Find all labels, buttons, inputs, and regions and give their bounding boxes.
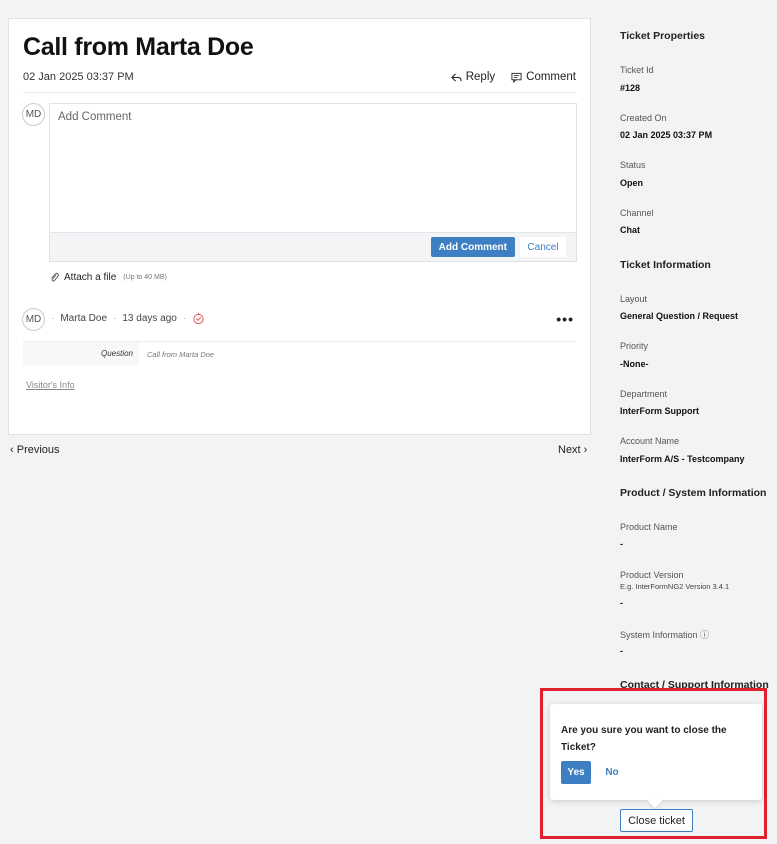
- priority-value: -None-: [620, 359, 649, 369]
- reply-icon: [450, 72, 462, 82]
- ticket-actions: Reply Comment: [450, 71, 576, 83]
- thread-time: 13 days ago: [122, 313, 177, 324]
- chevron-left-icon: ‹: [10, 444, 17, 456]
- add-comment-button[interactable]: Add Comment: [430, 237, 515, 257]
- system-information-value: -: [620, 646, 623, 656]
- avatar: MD: [22, 103, 45, 126]
- comment-button[interactable]: Comment: [511, 71, 576, 83]
- product-version-label: Product Version: [620, 570, 684, 580]
- product-version-hint: E.g. InterFormNG2 Version 3.4.1: [620, 582, 730, 591]
- cancel-button[interactable]: Cancel: [520, 237, 566, 257]
- product-name-value: -: [620, 539, 623, 549]
- reply-label: Reply: [465, 71, 496, 83]
- comment-editor: Add Comment Cancel: [49, 103, 577, 262]
- question-value: Call from Marta Doe: [139, 342, 585, 367]
- next-label: Next: [558, 444, 581, 456]
- previous-label: Previous: [16, 444, 60, 456]
- ticket-id-label: Ticket Id: [620, 65, 654, 75]
- attach-label: Attach a file: [64, 272, 117, 283]
- previous-link[interactable]: ‹ Previous: [10, 444, 60, 456]
- account-name-label: Account Name: [620, 436, 680, 446]
- separator-dot: ·: [113, 313, 117, 324]
- comment-input[interactable]: [50, 104, 576, 233]
- ticket-date: 02 Jan 2025 03:37 PM: [23, 71, 134, 83]
- comment-label: Comment: [526, 71, 576, 83]
- avatar: MD: [22, 308, 45, 331]
- department-label: Department: [620, 389, 668, 399]
- more-options-icon[interactable]: •••: [556, 311, 574, 327]
- product-system-heading: Product / System Information: [620, 487, 767, 499]
- channel-value: Chat: [620, 225, 640, 235]
- layout-label: Layout: [620, 294, 648, 304]
- separator-dot: ·: [51, 313, 55, 324]
- created-on-value: 02 Jan 2025 03:37 PM: [620, 130, 713, 140]
- system-information-text: System Information: [620, 630, 698, 640]
- reply-button[interactable]: Reply: [450, 71, 496, 83]
- channel-label: Channel: [620, 208, 654, 218]
- status-value: Open: [620, 178, 644, 188]
- paperclip-icon: [51, 272, 59, 282]
- status-label: Status: [620, 160, 646, 170]
- divider: [23, 92, 576, 93]
- created-on-label: Created On: [620, 113, 667, 123]
- ticket-properties-heading: Ticket Properties: [620, 30, 706, 42]
- priority-label: Priority: [620, 341, 649, 351]
- question-row: Question Call from Marta Doe: [23, 341, 585, 367]
- comment-icon: [511, 72, 522, 83]
- thread-author: Marta Doe: [60, 313, 108, 324]
- highlight-box: [540, 688, 767, 839]
- ticket-information-heading: Ticket Information: [620, 259, 711, 271]
- comment-toolbar: Add Comment Cancel: [50, 232, 576, 261]
- ticket-id-value: #128: [620, 83, 641, 93]
- product-name-label: Product Name: [620, 522, 678, 532]
- thread-meta: · Marta Doe · 13 days ago ·: [51, 312, 205, 325]
- ticket-card: Call from Marta Doe 02 Jan 2025 03:37 PM…: [8, 18, 591, 435]
- chat-channel-icon: [193, 312, 204, 325]
- chevron-right-icon: ›: [580, 444, 588, 456]
- attach-file-link[interactable]: Attach a file (Up to 40 MB): [49, 272, 167, 283]
- question-label: Question: [100, 349, 133, 358]
- info-icon[interactable]: ⓘ: [700, 630, 709, 640]
- system-information-label: System Information ⓘ: [620, 628, 709, 641]
- attach-limit: (Up to 40 MB): [123, 274, 167, 281]
- visitor-info-link[interactable]: Visitor's Info: [26, 380, 75, 390]
- department-value: InterForm Support: [620, 406, 699, 416]
- account-name-value: InterForm A/S - Testcompany: [620, 454, 745, 464]
- layout-value: General Question / Request: [620, 311, 739, 321]
- separator-dot: ·: [182, 313, 187, 324]
- ticket-title: Call from Marta Doe: [23, 33, 254, 61]
- next-link[interactable]: Next ›: [558, 444, 587, 456]
- product-version-value: -: [620, 598, 623, 608]
